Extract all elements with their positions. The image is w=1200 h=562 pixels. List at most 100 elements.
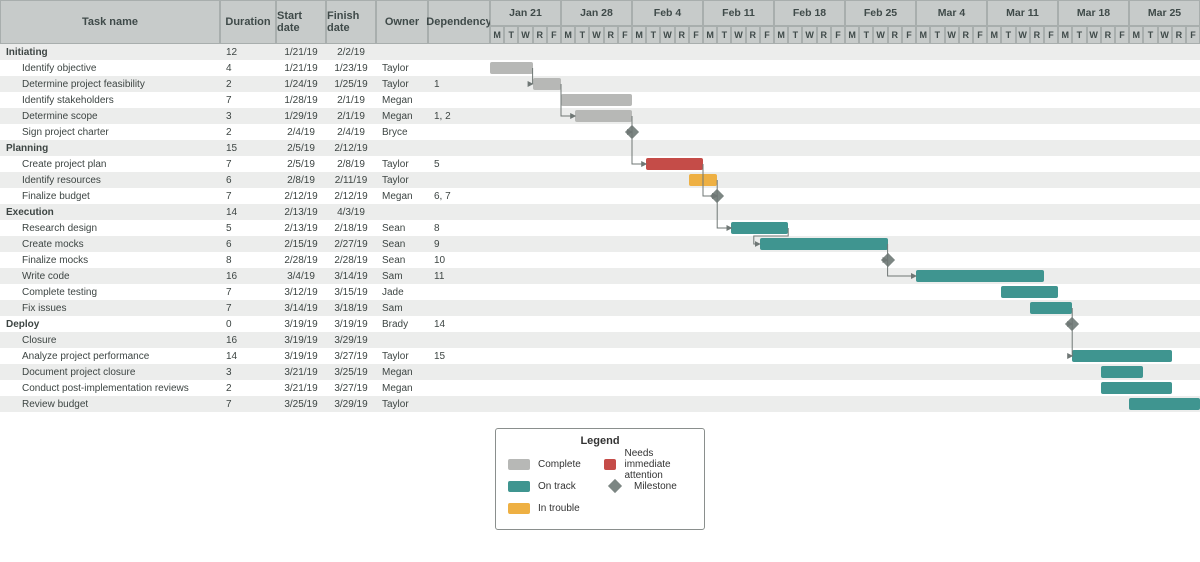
gantt-bar[interactable] bbox=[1030, 302, 1073, 314]
cell-dep bbox=[428, 60, 490, 76]
legend-trouble: In trouble bbox=[538, 503, 580, 514]
day-header: F bbox=[1186, 26, 1200, 44]
cell-owner: Taylor bbox=[376, 76, 428, 92]
cell-dep: 8 bbox=[428, 220, 490, 236]
gantt-bar[interactable] bbox=[490, 62, 533, 74]
cell-duration: 7 bbox=[220, 188, 276, 204]
timeline-row bbox=[490, 316, 1200, 332]
cell-dep: 1, 2 bbox=[428, 108, 490, 124]
gantt-bar[interactable] bbox=[731, 222, 788, 234]
day-header: T bbox=[504, 26, 518, 44]
table-row[interactable]: Determine scope31/29/192/1/19Megan1, 2 bbox=[0, 108, 490, 124]
table-row[interactable]: Identify resources62/8/192/11/19Taylor bbox=[0, 172, 490, 188]
cell-start: 2/28/19 bbox=[276, 252, 326, 268]
table-row[interactable]: Create project plan72/5/192/8/19Taylor5 bbox=[0, 156, 490, 172]
cell-owner: Megan bbox=[376, 364, 428, 380]
table-row[interactable]: Deploy03/19/193/19/19Brady14 bbox=[0, 316, 490, 332]
cell-start: 3/12/19 bbox=[276, 284, 326, 300]
cell-task: Identify stakeholders bbox=[0, 92, 220, 108]
timeline-row bbox=[490, 396, 1200, 412]
day-header: R bbox=[817, 26, 831, 44]
day-header: M bbox=[774, 26, 788, 44]
table-row[interactable]: Document project closure33/21/193/25/19M… bbox=[0, 364, 490, 380]
timeline-row bbox=[490, 172, 1200, 188]
table-row[interactable]: Determine project feasibility21/24/191/2… bbox=[0, 76, 490, 92]
cell-dep: 10 bbox=[428, 252, 490, 268]
table-row[interactable]: Create mocks62/15/192/27/19Sean9 bbox=[0, 236, 490, 252]
table-row[interactable]: Identify stakeholders71/28/192/1/19Megan bbox=[0, 92, 490, 108]
cell-duration: 4 bbox=[220, 60, 276, 76]
table-row[interactable]: Review budget73/25/193/29/19Taylor bbox=[0, 396, 490, 412]
cell-owner: Megan bbox=[376, 188, 428, 204]
table-row[interactable]: Conduct post-implementation reviews23/21… bbox=[0, 380, 490, 396]
table-row[interactable]: Finalize budget72/12/192/12/19Megan6, 7 bbox=[0, 188, 490, 204]
timeline-row bbox=[490, 108, 1200, 124]
timeline-row bbox=[490, 76, 1200, 92]
cell-dep bbox=[428, 396, 490, 412]
table-row[interactable]: Identify objective41/21/191/23/19Taylor bbox=[0, 60, 490, 76]
table-row[interactable]: Sign project charter22/4/192/4/19Bryce bbox=[0, 124, 490, 140]
table-row[interactable]: Execution142/13/194/3/19 bbox=[0, 204, 490, 220]
gantt-bar[interactable] bbox=[1001, 286, 1058, 298]
cell-dep: 11 bbox=[428, 268, 490, 284]
day-header: F bbox=[547, 26, 561, 44]
timeline-row bbox=[490, 332, 1200, 348]
cell-task: Complete testing bbox=[0, 284, 220, 300]
cell-start: 2/15/19 bbox=[276, 236, 326, 252]
cell-dep: 14 bbox=[428, 316, 490, 332]
cell-start: 2/8/19 bbox=[276, 172, 326, 188]
gantt-bar[interactable] bbox=[646, 158, 703, 170]
cell-task: Review budget bbox=[0, 396, 220, 412]
milestone-icon[interactable] bbox=[625, 125, 639, 139]
table-row[interactable]: Finalize mocks82/28/192/28/19Sean10 bbox=[0, 252, 490, 268]
table-row[interactable]: Fix issues73/14/193/18/19Sam bbox=[0, 300, 490, 316]
cell-start: 3/25/19 bbox=[276, 396, 326, 412]
cell-finish: 3/14/19 bbox=[326, 268, 376, 284]
cell-finish: 2/12/19 bbox=[326, 188, 376, 204]
cell-finish: 3/27/19 bbox=[326, 380, 376, 396]
cell-duration: 7 bbox=[220, 284, 276, 300]
cell-start: 2/12/19 bbox=[276, 188, 326, 204]
cell-duration: 7 bbox=[220, 156, 276, 172]
day-header: R bbox=[888, 26, 902, 44]
table-row[interactable]: Closure163/19/193/29/19 bbox=[0, 332, 490, 348]
gantt-bar[interactable] bbox=[1072, 350, 1171, 362]
gantt-bar[interactable] bbox=[561, 94, 632, 106]
cell-duration: 16 bbox=[220, 332, 276, 348]
milestone-icon[interactable] bbox=[1065, 317, 1079, 331]
gantt-bar[interactable] bbox=[575, 110, 632, 122]
milestone-icon[interactable] bbox=[710, 189, 724, 203]
gantt-bar[interactable] bbox=[1129, 398, 1200, 410]
cell-start: 1/21/19 bbox=[276, 60, 326, 76]
gantt-bar[interactable] bbox=[533, 78, 561, 90]
gantt-bar[interactable] bbox=[689, 174, 717, 186]
gantt-bar[interactable] bbox=[1101, 382, 1172, 394]
cell-finish: 3/29/19 bbox=[326, 332, 376, 348]
cell-dep bbox=[428, 172, 490, 188]
table-row[interactable]: Initiating121/21/192/2/19 bbox=[0, 44, 490, 60]
cell-start: 2/5/19 bbox=[276, 156, 326, 172]
cell-duration: 2 bbox=[220, 76, 276, 92]
cell-finish: 3/25/19 bbox=[326, 364, 376, 380]
day-header: T bbox=[1001, 26, 1015, 44]
gantt-bar[interactable] bbox=[760, 238, 888, 250]
gantt-bar[interactable] bbox=[916, 270, 1044, 282]
day-header: W bbox=[802, 26, 816, 44]
cell-duration: 2 bbox=[220, 124, 276, 140]
gantt-bar[interactable] bbox=[1101, 366, 1144, 378]
cell-duration: 3 bbox=[220, 108, 276, 124]
day-header: M bbox=[632, 26, 646, 44]
table-row[interactable]: Research design52/13/192/18/19Sean8 bbox=[0, 220, 490, 236]
table-row[interactable]: Analyze project performance143/19/193/27… bbox=[0, 348, 490, 364]
day-header: W bbox=[589, 26, 603, 44]
day-header: R bbox=[604, 26, 618, 44]
swatch-milestone bbox=[608, 479, 622, 493]
cell-start: 3/4/19 bbox=[276, 268, 326, 284]
table-row[interactable]: Planning152/5/192/12/19 bbox=[0, 140, 490, 156]
table-row[interactable]: Write code163/4/193/14/19Sam11 bbox=[0, 268, 490, 284]
cell-owner bbox=[376, 204, 428, 220]
cell-start: 3/21/19 bbox=[276, 380, 326, 396]
table-row[interactable]: Complete testing73/12/193/15/19Jade bbox=[0, 284, 490, 300]
cell-duration: 14 bbox=[220, 204, 276, 220]
milestone-icon[interactable] bbox=[881, 253, 895, 267]
